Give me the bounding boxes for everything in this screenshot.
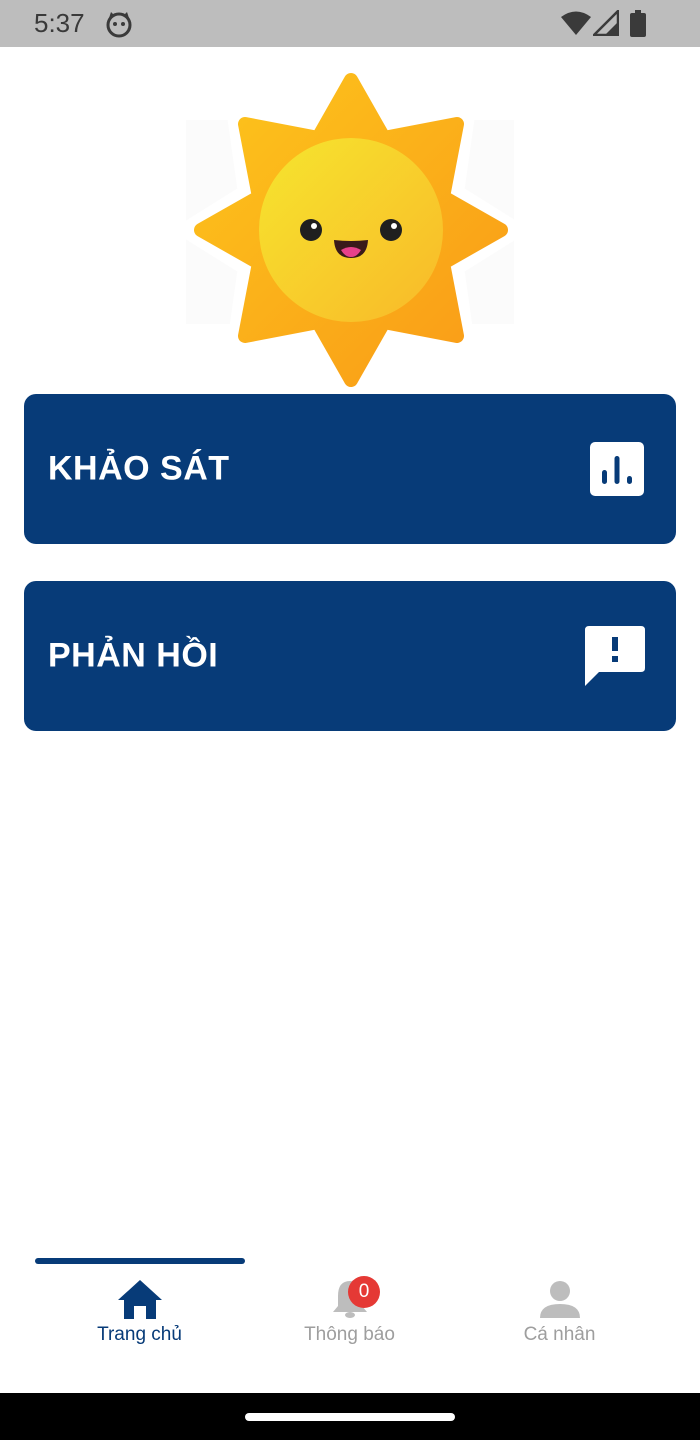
home-icon: [117, 1280, 162, 1319]
nav-profile[interactable]: Cá nhân: [443, 1278, 676, 1388]
notification-badge: 0: [348, 1276, 380, 1308]
sun-logo-icon: [186, 65, 516, 395]
status-time: 5:37: [34, 8, 85, 38]
signal-icon: [593, 10, 619, 36]
nav-profile-label: Cá nhân: [523, 1324, 596, 1345]
wifi-icon: [561, 11, 591, 35]
survey-label: KHẢO SÁT: [48, 449, 230, 488]
bottom-navigation: Trang chủ Thông báo Cá nhân: [0, 1250, 700, 1393]
status-bar: 5:37: [0, 0, 700, 47]
person-icon: [539, 1281, 580, 1318]
nav-home-label: Trang chủ: [97, 1324, 182, 1345]
active-tab-indicator: [35, 1258, 245, 1264]
survey-button[interactable]: KHẢO SÁT: [24, 394, 676, 544]
nav-home[interactable]: Trang chủ: [23, 1278, 256, 1388]
cat-face-icon: [106, 12, 132, 38]
home-gesture-pill[interactable]: [245, 1413, 455, 1421]
system-navigation-bar: [0, 1393, 700, 1440]
feedback-label: PHẢN HỒI: [48, 636, 219, 675]
nav-notifications-label: Thông báo: [304, 1324, 395, 1345]
feedback-button[interactable]: PHẢN HỒI: [24, 581, 676, 731]
feedback-chat-icon: [585, 626, 645, 686]
bar-chart-icon: [590, 442, 644, 496]
battery-icon: [630, 10, 646, 37]
